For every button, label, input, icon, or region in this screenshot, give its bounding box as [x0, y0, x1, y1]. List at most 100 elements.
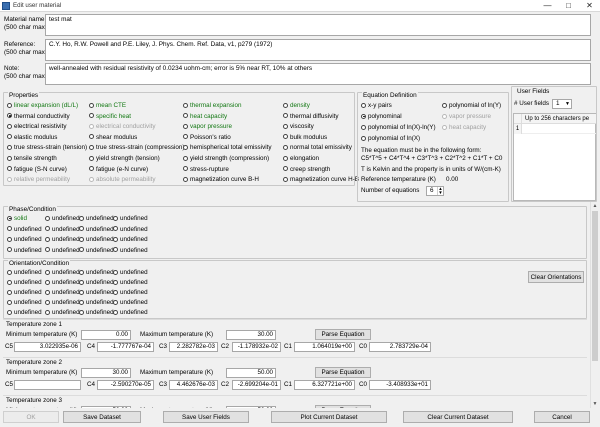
radio-button-icon[interactable]	[7, 134, 12, 140]
property-option[interactable]: absolute permeability	[89, 176, 156, 183]
orientation-option[interactable]: undefined	[79, 269, 114, 276]
property-option[interactable]: fatigue (S-N curve)	[7, 166, 67, 173]
radio-button-icon[interactable]	[183, 166, 188, 172]
ok-button[interactable]: OK	[3, 411, 59, 423]
radio-button-icon[interactable]	[361, 113, 366, 119]
radio-button-icon[interactable]	[113, 247, 118, 253]
scroll-up-icon[interactable]: ▲	[591, 202, 599, 210]
radio-button-icon[interactable]	[45, 289, 50, 295]
property-option[interactable]: density	[283, 102, 310, 109]
phase-option[interactable]: undefined	[45, 226, 80, 233]
orientation-option[interactable]: undefined	[7, 279, 42, 286]
orientation-option[interactable]: undefined	[7, 289, 42, 296]
property-option[interactable]: specific heat	[89, 113, 131, 120]
radio-button-icon[interactable]	[79, 269, 84, 275]
equation-option[interactable]: polynomial of ln(X)-ln(Y)	[361, 124, 436, 131]
property-option[interactable]: true stress-strain (tension)	[7, 144, 87, 151]
max-temperature-input[interactable]: 50.00	[226, 406, 276, 408]
phase-option[interactable]: undefined	[7, 247, 42, 254]
orientation-option[interactable]: undefined	[45, 309, 80, 316]
orientation-option[interactable]: undefined	[7, 309, 42, 316]
property-option[interactable]: stress-rupture	[183, 166, 229, 173]
property-option[interactable]: Poisson's ratio	[183, 134, 231, 141]
radio-button-icon[interactable]	[442, 113, 447, 119]
property-option[interactable]: true stress-strain (compression)	[89, 144, 185, 151]
parse-equation-button[interactable]: Parse Equation	[315, 367, 371, 378]
orientation-option[interactable]: undefined	[45, 289, 80, 296]
radio-button-icon[interactable]	[45, 247, 50, 253]
coefficient-input[interactable]: 3.022935e-06	[14, 342, 81, 352]
property-option[interactable]: thermal diffusivity	[283, 113, 339, 120]
radio-button-icon[interactable]	[183, 123, 188, 129]
radio-button-icon[interactable]	[89, 123, 94, 129]
orientation-option[interactable]: undefined	[113, 309, 148, 316]
radio-button-icon[interactable]	[89, 113, 94, 119]
radio-button-icon[interactable]	[45, 269, 50, 275]
phase-option[interactable]: undefined	[113, 226, 148, 233]
radio-button-icon[interactable]	[7, 289, 12, 295]
radio-button-icon[interactable]	[7, 269, 12, 275]
property-option[interactable]: mean CTE	[89, 102, 126, 109]
plot-current-dataset-button[interactable]: Plot Current Dataset	[271, 411, 387, 423]
orientation-option[interactable]: undefined	[79, 289, 114, 296]
property-option[interactable]: linear expansion (dL/L)	[7, 102, 78, 109]
radio-button-icon[interactable]	[183, 102, 188, 108]
min-temperature-input[interactable]: 50.00	[81, 406, 131, 408]
radio-button-icon[interactable]	[7, 155, 12, 161]
radio-button-icon[interactable]	[113, 279, 118, 285]
radio-button-icon[interactable]	[7, 102, 12, 108]
radio-button-icon[interactable]	[283, 144, 288, 150]
radio-button-icon[interactable]	[79, 309, 84, 315]
radio-button-icon[interactable]	[113, 309, 118, 315]
radio-button-icon[interactable]	[79, 289, 84, 295]
cancel-button[interactable]: Cancel	[534, 411, 590, 423]
radio-button-icon[interactable]	[79, 247, 84, 253]
radio-button-icon[interactable]	[183, 176, 188, 182]
phase-option[interactable]: undefined	[45, 236, 80, 243]
radio-button-icon[interactable]	[45, 279, 50, 285]
radio-button-icon[interactable]	[45, 299, 50, 305]
coefficient-input[interactable]: 1.064019e+00	[294, 342, 355, 352]
coefficient-input[interactable]: 4.462676e-03	[169, 380, 218, 390]
coefficient-input[interactable]: -2.699204e-01	[232, 380, 281, 390]
phase-option[interactable]: undefined	[7, 236, 42, 243]
min-temperature-input[interactable]: 30.00	[81, 368, 131, 378]
radio-button-icon[interactable]	[89, 102, 94, 108]
radio-button-icon[interactable]	[7, 226, 12, 232]
radio-button-icon[interactable]	[79, 236, 84, 242]
orientation-option[interactable]: undefined	[79, 309, 114, 316]
radio-button-icon[interactable]	[79, 279, 84, 285]
user-fields-grid[interactable]: Up to 256 characters pe 1	[513, 113, 596, 201]
clear-orientations-button[interactable]: Clear Orientations	[528, 271, 584, 283]
save-user-fields-button[interactable]: Save User Fields	[163, 411, 249, 423]
phase-option[interactable]: undefined	[45, 247, 80, 254]
close-button[interactable]: ✕	[579, 0, 600, 12]
phase-option[interactable]: undefined	[113, 215, 148, 222]
radio-button-icon[interactable]	[89, 144, 94, 150]
orientation-option[interactable]: undefined	[113, 269, 148, 276]
phase-option[interactable]: undefined	[79, 247, 114, 254]
property-option[interactable]: yield strength (compression)	[183, 155, 269, 162]
property-option[interactable]: hemispherical total emissivity	[183, 144, 272, 151]
coefficient-input[interactable]	[14, 380, 81, 390]
radio-button-icon[interactable]	[183, 134, 188, 140]
note-input[interactable]: well-annealed with residual resistivity …	[45, 63, 591, 85]
vertical-scrollbar[interactable]: ▲ ▼	[590, 202, 599, 408]
radio-button-icon[interactable]	[7, 123, 12, 129]
property-option[interactable]: thermal conductivity	[7, 113, 70, 120]
radio-button-icon[interactable]	[283, 166, 288, 172]
radio-button-icon[interactable]	[183, 144, 188, 150]
coefficient-input[interactable]: -1.178932e-02	[232, 342, 281, 352]
property-option[interactable]: normal total emissivity	[283, 144, 352, 151]
radio-button-icon[interactable]	[7, 113, 12, 119]
coefficient-input[interactable]: 2.783729e-04	[369, 342, 431, 352]
radio-button-icon[interactable]	[7, 247, 12, 253]
equation-option[interactable]: polynomial of ln(X)	[361, 135, 420, 142]
radio-button-icon[interactable]	[442, 124, 447, 130]
phase-option[interactable]: undefined	[113, 247, 148, 254]
radio-button-icon[interactable]	[89, 155, 94, 161]
user-fields-cell[interactable]	[522, 124, 596, 134]
property-option[interactable]: tensile strength	[7, 155, 57, 162]
reference-input[interactable]: C.Y. Ho, R.W. Powell and P.E. Liley, J. …	[45, 39, 591, 61]
radio-button-icon[interactable]	[113, 299, 118, 305]
